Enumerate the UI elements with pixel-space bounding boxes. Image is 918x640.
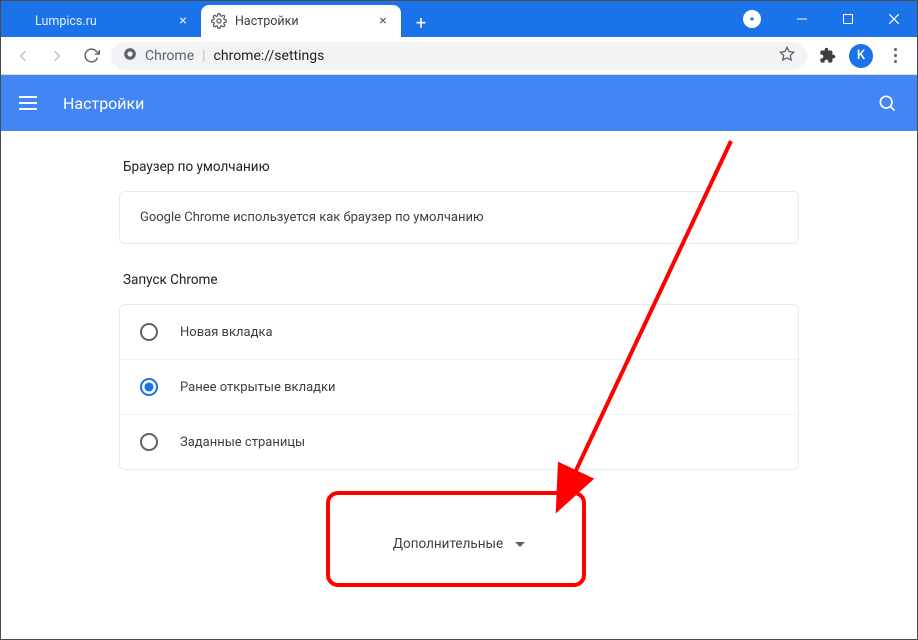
chrome-logo-icon: [123, 47, 137, 65]
secure-label: Chrome: [145, 48, 194, 64]
url-text: chrome://settings: [214, 48, 325, 64]
radio-checked-icon: [140, 378, 158, 396]
tab-title: Lumpics.ru: [35, 14, 169, 29]
radio-icon: [140, 433, 158, 451]
default-browser-status: Google Chrome используется как браузер п…: [120, 192, 798, 243]
advanced-toggle-button[interactable]: Дополнительные: [379, 528, 539, 560]
reload-button[interactable]: [77, 42, 105, 70]
startup-option-new-tab[interactable]: Новая вкладка: [120, 305, 798, 359]
section-title-startup: Запуск Chrome: [123, 272, 799, 288]
menu-hamburger-icon[interactable]: [19, 91, 43, 115]
minimize-button[interactable]: [779, 1, 825, 37]
startup-option-continue[interactable]: Ранее открытые вкладки: [120, 359, 798, 414]
address-bar[interactable]: Chrome | chrome://settings: [111, 42, 807, 70]
back-button[interactable]: [9, 42, 37, 70]
user-indicator-icon[interactable]: [743, 10, 761, 28]
tab-title: Настройки: [235, 14, 369, 29]
startup-option-specific-pages[interactable]: Заданные страницы: [120, 414, 798, 469]
url-divider: |: [202, 48, 205, 64]
page-title: Настройки: [63, 94, 144, 113]
profile-avatar: K: [849, 44, 873, 68]
option-label: Ранее открытые вкладки: [180, 380, 336, 395]
tabs-area: Lumpics.ru × Настройки × +: [1, 1, 725, 37]
option-label: Заданные страницы: [180, 435, 305, 450]
chevron-down-icon: [515, 542, 525, 547]
extensions-icon[interactable]: [813, 42, 841, 70]
new-tab-button[interactable]: +: [407, 9, 435, 37]
tab-settings[interactable]: Настройки ×: [201, 5, 401, 37]
startup-card: Новая вкладка Ранее открытые вкладки Зад…: [119, 304, 799, 470]
tab-lumpics[interactable]: Lumpics.ru ×: [1, 5, 201, 37]
search-button[interactable]: [875, 91, 899, 115]
option-label: Новая вкладка: [180, 325, 273, 340]
advanced-section: Дополнительные: [119, 498, 799, 590]
tab-close-icon[interactable]: ×: [175, 13, 191, 29]
settings-header: Настройки: [1, 75, 917, 131]
advanced-label: Дополнительные: [393, 536, 503, 552]
kebab-menu-icon: [894, 48, 897, 63]
settings-content[interactable]: Браузер по умолчанию Google Chrome испол…: [1, 131, 917, 639]
browser-toolbar: Chrome | chrome://settings K: [1, 37, 917, 75]
forward-button[interactable]: [43, 42, 71, 70]
maximize-button[interactable]: [825, 1, 871, 37]
window-controls: [725, 1, 917, 37]
lumpics-favicon-icon: [11, 13, 27, 29]
tab-close-icon[interactable]: ×: [375, 13, 391, 29]
settings-favicon-icon: [211, 13, 227, 29]
chrome-menu-button[interactable]: [881, 42, 909, 70]
bookmark-star-icon[interactable]: [779, 46, 795, 66]
close-window-button[interactable]: [871, 1, 917, 37]
profile-button[interactable]: K: [847, 42, 875, 70]
section-title-default-browser: Браузер по умолчанию: [123, 159, 799, 175]
default-browser-card: Google Chrome используется как браузер п…: [119, 191, 799, 244]
window-titlebar: Lumpics.ru × Настройки × +: [1, 1, 917, 37]
radio-icon: [140, 323, 158, 341]
